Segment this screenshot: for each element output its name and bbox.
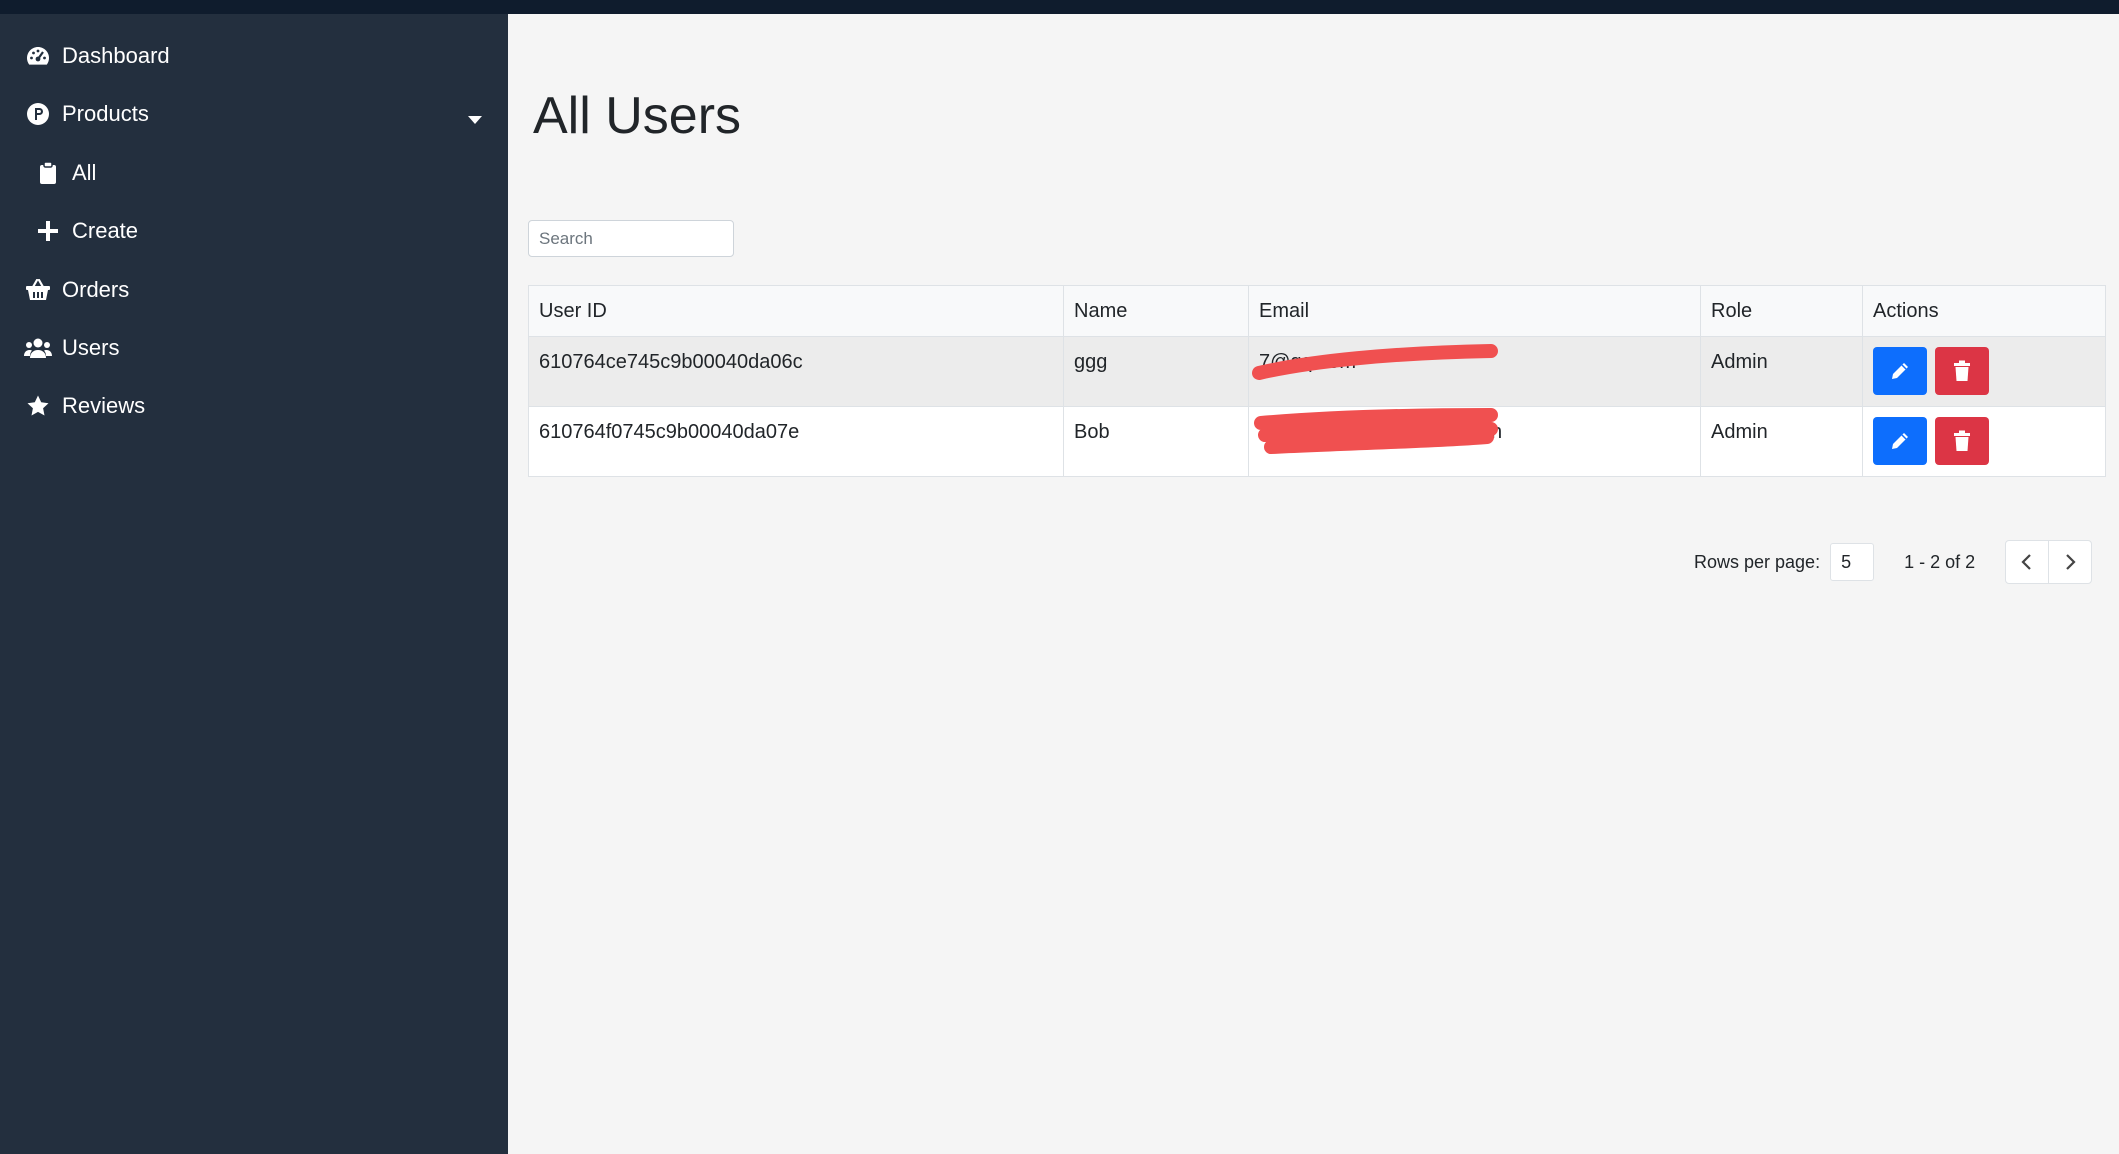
shopping-basket-icon [24, 276, 52, 304]
sidebar-item-orders[interactable]: Orders [24, 270, 129, 310]
sidebar: Dashboard Products All Create Orders Use… [0, 14, 508, 1154]
delete-button[interactable] [1935, 347, 1989, 395]
product-p-icon [24, 100, 52, 128]
role-cell: Admin [1701, 337, 1863, 406]
sidebar-item-reviews[interactable]: Reviews [24, 386, 145, 426]
pencil-icon [1892, 363, 1908, 379]
redaction-scribble [1254, 408, 1498, 454]
role-cell: Admin [1701, 407, 1863, 476]
sidebar-item-label: Create [72, 218, 139, 243]
rows-per-page-label: Rows per page: [1694, 551, 1821, 572]
pagination-controls [2005, 540, 2093, 584]
table-row[interactable]: 610764f0745c9b00040da07e Bob n Admin [529, 407, 2105, 476]
search-input[interactable] [528, 220, 734, 257]
user-id-cell: 610764f0745c9b00040da07e [529, 407, 1064, 476]
edit-button[interactable] [1873, 347, 1927, 395]
plus-icon [34, 217, 62, 245]
rows-per-page-select[interactable]: 5 [1830, 543, 1875, 581]
table-row[interactable]: 610764ce745c9b00040da06c ggg 7@qq.com Ad… [529, 337, 2105, 407]
page-title: All Users [533, 87, 742, 145]
users-table: User ID Name Email Role Actions 610764ce… [528, 285, 2106, 477]
sidebar-item-label: Users [62, 335, 120, 360]
sidebar-item-create[interactable]: Create [34, 211, 138, 251]
redaction-scribble [1252, 344, 1498, 380]
actions-cell [1863, 337, 2105, 406]
star-icon [24, 392, 52, 420]
sidebar-item-label: All [72, 160, 97, 185]
email-cell: n [1249, 407, 1701, 476]
sidebar-item-products[interactable]: Products [24, 94, 149, 134]
pagination-range: 1 - 2 of 2 [1904, 551, 1976, 572]
name-cell: ggg [1064, 337, 1249, 406]
main-content: All Users User ID Name Email Role Action… [508, 14, 2119, 1154]
users-icon [24, 334, 52, 362]
sidebar-item-label: Products [62, 101, 149, 126]
user-id-cell: 610764ce745c9b00040da06c [529, 337, 1064, 406]
column-header-email[interactable]: Email [1249, 286, 1701, 336]
rows-per-page-value: 5 [1841, 551, 1852, 572]
sidebar-item-label: Orders [62, 277, 130, 302]
column-header-actions: Actions [1873, 299, 1939, 322]
next-page-button[interactable] [2048, 541, 2091, 583]
sidebar-item-all[interactable]: All [34, 153, 96, 193]
delete-button[interactable] [1935, 417, 1989, 465]
column-header-user-id[interactable]: User ID [529, 286, 1064, 336]
actions-cell [1863, 407, 2105, 476]
chevron-right-icon [2066, 554, 2076, 570]
pencil-icon [1892, 433, 1908, 449]
clipboard-icon [34, 159, 62, 187]
pagination: Rows per page: 5 1 - 2 of 2 [1694, 540, 2093, 584]
trash-icon [1954, 360, 1970, 381]
sidebar-item-dashboard[interactable]: Dashboard [24, 36, 170, 76]
trash-icon [1954, 430, 1970, 451]
name-cell: Bob [1064, 407, 1249, 476]
column-header-name[interactable]: Name [1064, 286, 1249, 336]
top-bar [0, 0, 2119, 14]
chevron-left-icon [2021, 554, 2031, 570]
email-cell: 7@qq.com [1249, 337, 1701, 406]
tachometer-icon [24, 42, 52, 70]
sidebar-item-label: Dashboard [62, 43, 170, 68]
sidebar-item-label: Reviews [62, 393, 146, 418]
column-header-role[interactable]: Role [1701, 286, 1863, 336]
previous-page-button[interactable] [2006, 541, 2048, 583]
table-header-row: User ID Name Email Role Actions [529, 286, 2105, 337]
edit-button[interactable] [1873, 417, 1927, 465]
chevron-down-icon[interactable] [468, 116, 482, 124]
sidebar-item-users[interactable]: Users [24, 328, 119, 368]
